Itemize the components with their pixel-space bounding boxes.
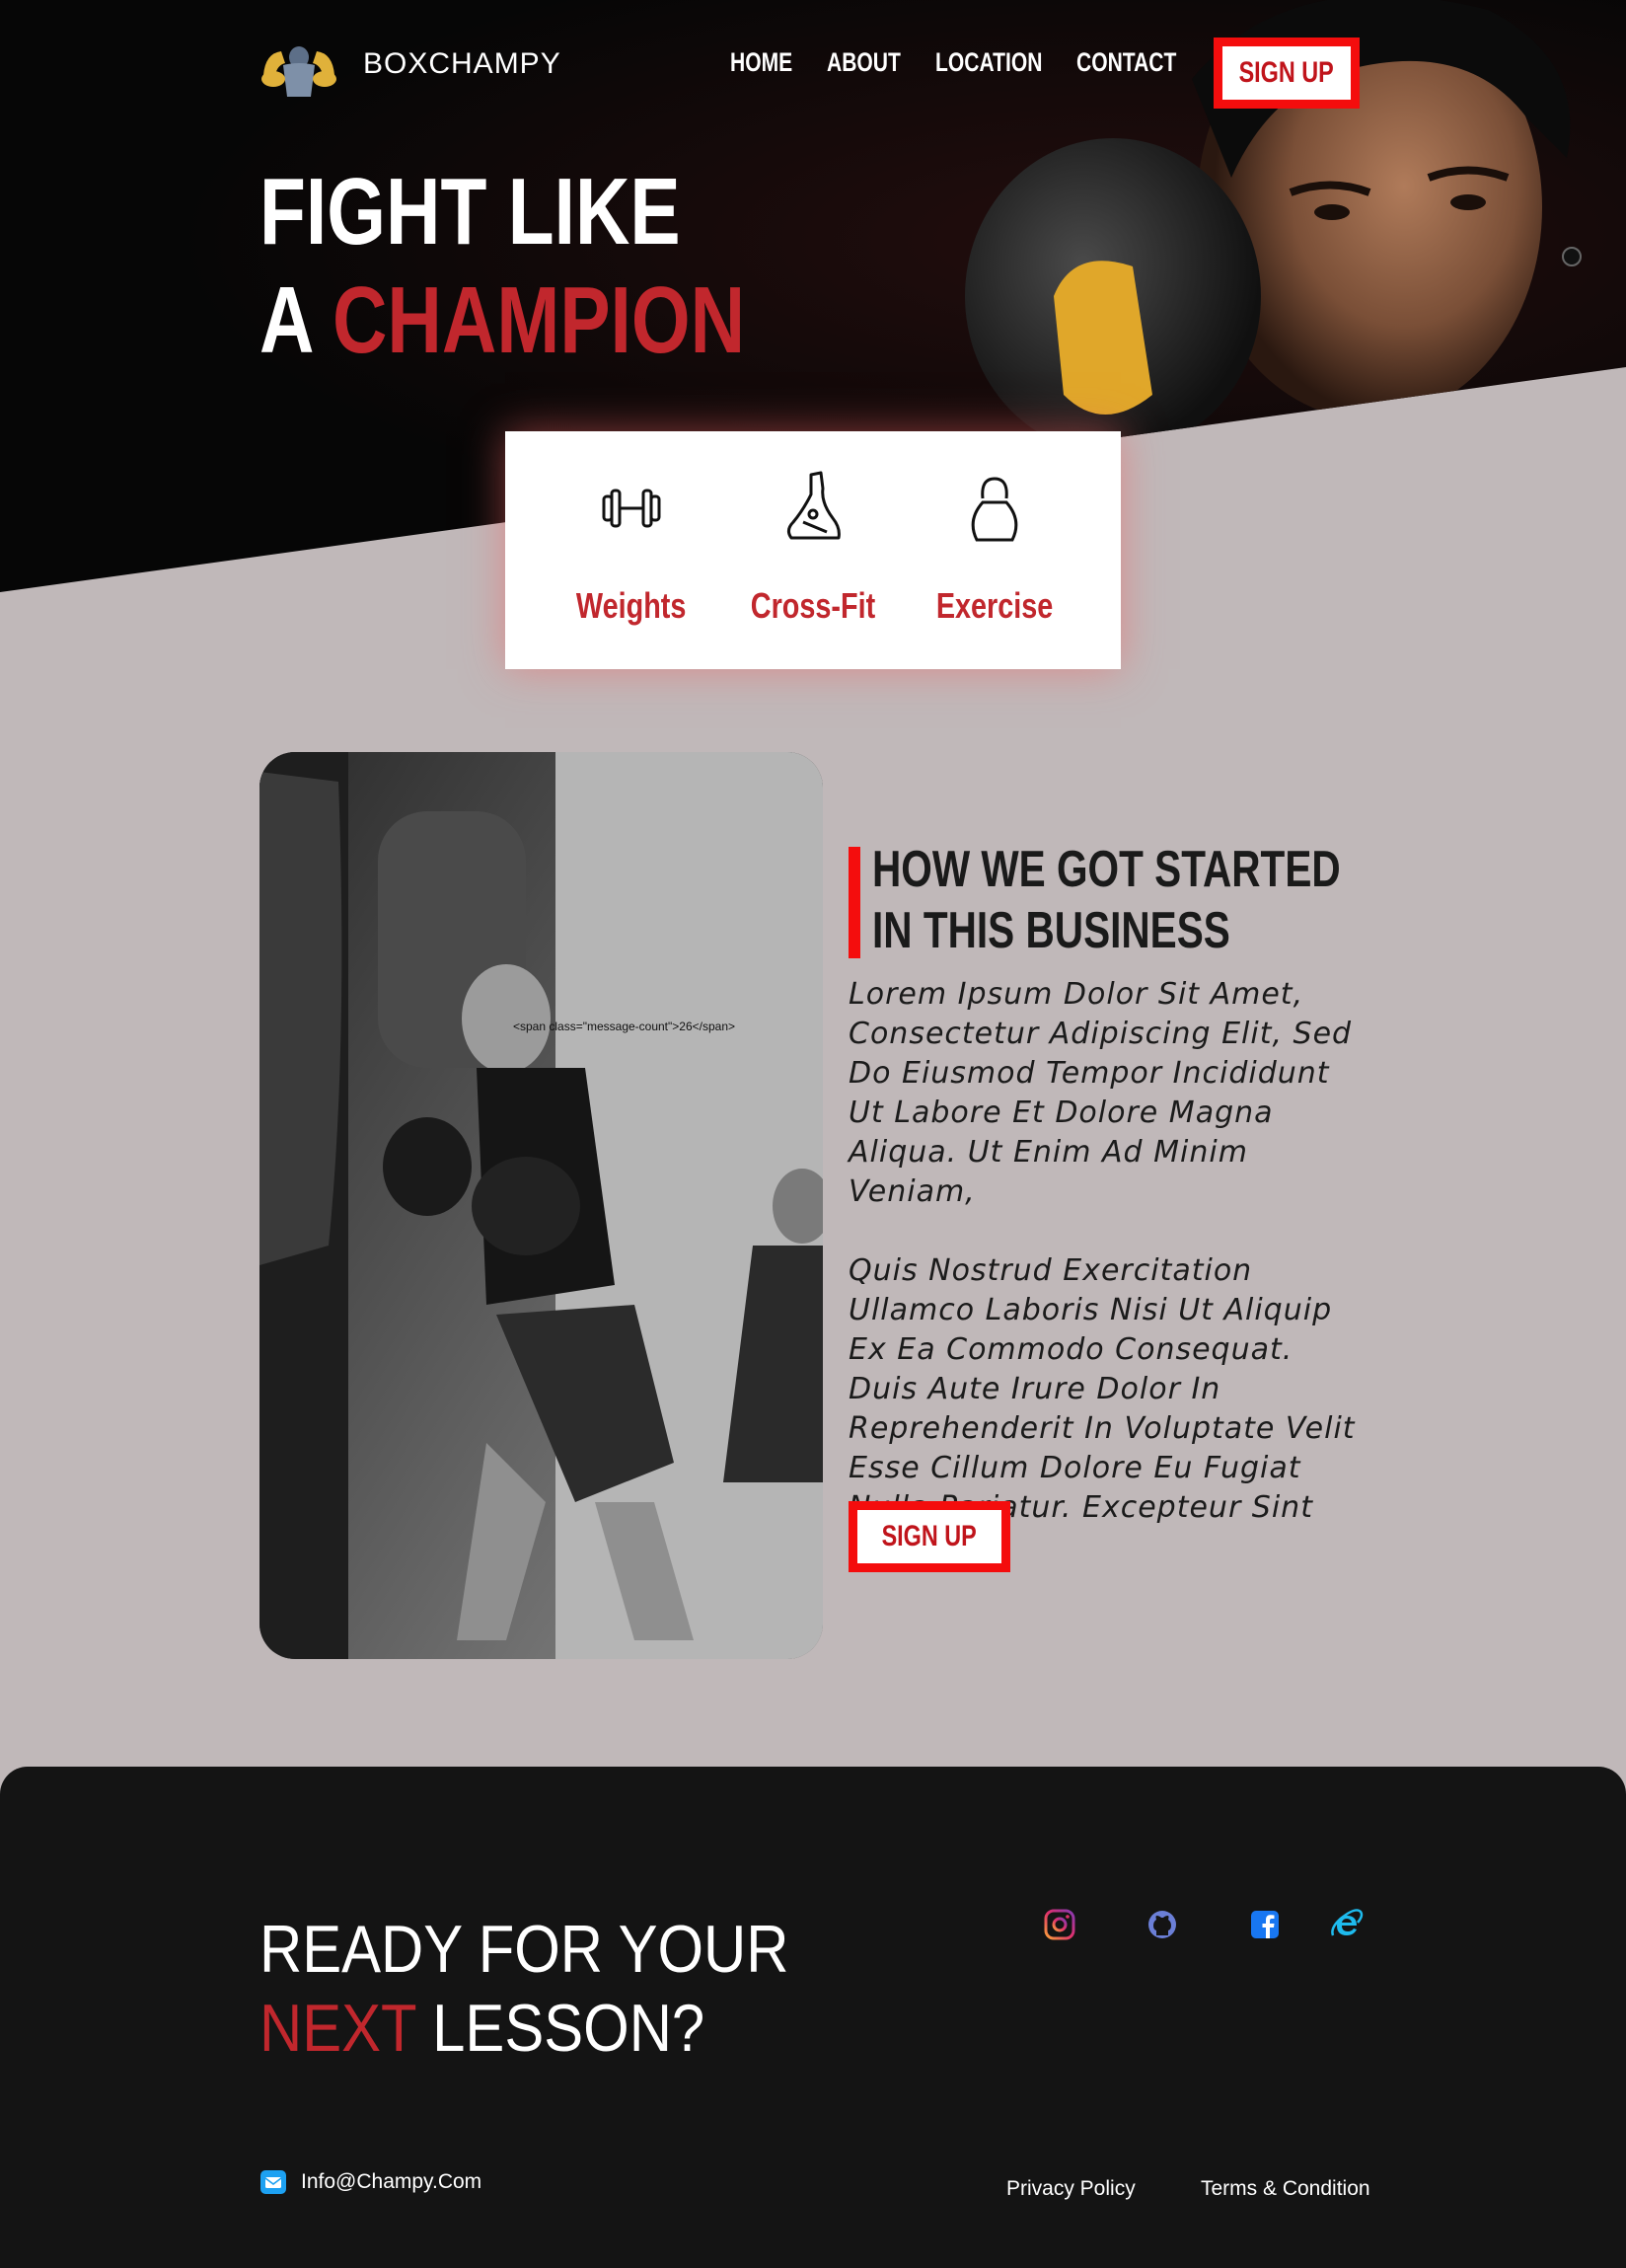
github-icon[interactable] bbox=[1146, 1908, 1179, 1941]
feature-weights[interactable]: Weights bbox=[543, 471, 720, 627]
hero-title: FIGHT LIKE A CHAMPION bbox=[259, 158, 866, 375]
email-contact[interactable]: Info@Champy.Com bbox=[259, 2169, 481, 2195]
about-body: Lorem Ipsum Dolor Sit Amet, Consectetur … bbox=[849, 975, 1362, 1567]
signup-button-inner: SIGN UP bbox=[1222, 46, 1351, 100]
features-card: Weights Cross-Fit Exercise bbox=[505, 431, 1121, 669]
brand-name[interactable]: BOXCHAMPY bbox=[363, 47, 561, 81]
feature-crossfit-label: Cross-Fit bbox=[750, 585, 876, 626]
nav-location[interactable]: LOCATION bbox=[935, 47, 1042, 78]
logo-icon[interactable] bbox=[259, 36, 338, 99]
about-title-line2: IN THIS BUSINESS bbox=[872, 902, 1230, 959]
mail-icon bbox=[260, 2170, 286, 2194]
about-title-line1: HOW WE GOT STARTED bbox=[872, 841, 1341, 898]
nav-contact[interactable]: CONTACT bbox=[1076, 47, 1176, 78]
cta-rest: LESSON? bbox=[415, 1991, 705, 2066]
signup-button-label: SIGN UP bbox=[1238, 56, 1335, 89]
email-address: Info@Champy.Com bbox=[301, 2170, 482, 2193]
cta-line1: READY FOR YOUR bbox=[259, 1912, 789, 1987]
instagram-icon[interactable] bbox=[1043, 1908, 1076, 1941]
hero-title-prefix: A bbox=[259, 267, 333, 373]
nav-home[interactable]: HOME bbox=[730, 47, 792, 78]
signup-button-inner: SIGN UP bbox=[857, 1510, 1001, 1563]
cta-highlight: NEXT bbox=[259, 1991, 416, 2066]
feature-exercise[interactable]: Exercise bbox=[906, 471, 1083, 627]
terms-link[interactable]: Terms & Condition bbox=[1201, 2177, 1370, 2201]
signup-button-header[interactable]: SIGN UP bbox=[1214, 38, 1360, 109]
kettlebell-icon bbox=[971, 477, 1018, 542]
cta-line2: NEXT LESSON? bbox=[259, 1989, 788, 2068]
nav-about[interactable]: ABOUT bbox=[827, 47, 901, 78]
title-accent-bar bbox=[849, 847, 860, 958]
signup-button-about[interactable]: SIGN UP bbox=[849, 1501, 1010, 1572]
hero-title-line1: FIGHT LIKE bbox=[259, 159, 681, 265]
about-paragraph-1: Lorem Ipsum Dolor Sit Amet, Consectetur … bbox=[849, 977, 1353, 1209]
sneaker-icon bbox=[786, 471, 841, 540]
internet-explorer-icon[interactable] bbox=[1330, 1908, 1364, 1941]
feature-exercise-label: Exercise bbox=[935, 585, 1054, 626]
gym-boxer-photo bbox=[259, 752, 823, 1659]
dumbbell-icon bbox=[602, 489, 661, 528]
hero-title-highlight: CHAMPION bbox=[332, 267, 746, 373]
photo-caption: <span class="message-count">26</span> bbox=[513, 1020, 735, 1033]
feature-weights-label: Weights bbox=[576, 585, 687, 626]
footer: READY FOR YOUR NEXT LESSON? Info@Champy.… bbox=[0, 1767, 1626, 2268]
signup-button-label: SIGN UP bbox=[881, 1520, 978, 1552]
feature-crossfit[interactable]: Cross-Fit bbox=[724, 471, 902, 627]
footer-cta: READY FOR YOUR NEXT LESSON? bbox=[259, 1910, 861, 2068]
main-nav: HOME ABOUT LOCATION CONTACT bbox=[730, 47, 1185, 78]
privacy-policy-link[interactable]: Privacy Policy bbox=[1006, 2177, 1136, 2201]
hero-title-line2: A CHAMPION bbox=[259, 266, 745, 375]
about-title: HOW WE GOT STARTED IN THIS BUSINESS bbox=[872, 839, 1473, 961]
facebook-icon[interactable] bbox=[1248, 1908, 1282, 1941]
